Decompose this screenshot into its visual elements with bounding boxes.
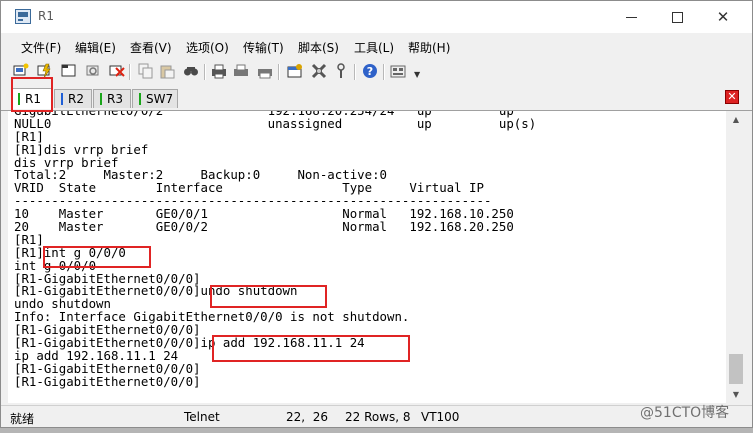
status-protocol: Telnet <box>184 410 220 424</box>
watermark: @51CTO博客 <box>640 405 730 421</box>
toolbar-separator <box>278 64 280 80</box>
toolbar-separator <box>383 64 385 80</box>
paste-icon[interactable] <box>159 63 175 79</box>
connect-tab-icon[interactable] <box>61 63 77 79</box>
scroll-down-icon[interactable]: ▼ <box>727 386 745 403</box>
app-icon <box>15 9 31 24</box>
highlight-box-ip-add <box>212 335 410 362</box>
status-ready: 就绪 <box>10 412 35 426</box>
session-status-icon <box>139 93 141 105</box>
scrollbar-thumb[interactable] <box>729 354 743 384</box>
minimize-icon <box>625 16 637 18</box>
global-options-icon[interactable] <box>311 63 327 79</box>
terminal-line: 20 Master GE0/0/2 Normal 192.168.20.250 <box>14 219 514 235</box>
tab-sw7[interactable]: SW7 <box>132 89 178 108</box>
menu-script[interactable]: 脚本(S) <box>298 39 339 56</box>
highlight-box-int-command <box>43 246 151 268</box>
toolbar-separator <box>129 64 131 80</box>
svg-text:?: ? <box>367 65 373 78</box>
menu-edit[interactable]: 编辑(E) <box>75 39 116 56</box>
minimize-button[interactable] <box>608 1 654 33</box>
menu-help[interactable]: 帮助(H) <box>408 39 450 56</box>
menu-transfer[interactable]: 传输(T) <box>243 39 284 56</box>
print-preview-icon[interactable] <box>257 63 273 79</box>
highlight-box-r1-tab <box>11 77 53 112</box>
sftp-icon[interactable] <box>333 63 349 79</box>
status-emulation: VT100 <box>421 410 460 424</box>
tab-label: SW7 <box>146 92 174 106</box>
copy-icon[interactable] <box>138 63 154 79</box>
terminal-line: NULL0 unassigned up up(s) <box>14 115 537 131</box>
find-icon[interactable] <box>183 63 199 79</box>
highlight-box-undo-shutdown <box>210 285 327 308</box>
toolbar: ? ▼ <box>1 59 752 86</box>
close-icon: ✕ <box>716 8 730 26</box>
help-icon[interactable]: ? <box>362 63 378 79</box>
window-title: R1 <box>38 9 54 23</box>
status-rows: 22 Rows, 8 <box>345 410 411 424</box>
toolbar-separator <box>204 64 206 80</box>
session-status-icon <box>61 93 63 105</box>
tab-label: R2 <box>68 92 84 106</box>
terminal-window: R1 ✕ 文件(F) 编辑(E) 查看(V) 选项(O) 传输(T) 脚本(S)… <box>0 0 753 428</box>
session-status-icon <box>100 93 102 105</box>
terminal-line: [R1-GigabitEthernet0/0/0] <box>14 373 201 389</box>
print-setup-icon[interactable] <box>233 63 249 79</box>
close-button[interactable]: ✕ <box>700 1 746 33</box>
maximize-button[interactable] <box>654 1 700 33</box>
menu-options[interactable]: 选项(O) <box>186 39 229 56</box>
reconnect-icon[interactable] <box>85 63 101 79</box>
menu-file[interactable]: 文件(F) <box>21 39 61 56</box>
title-bar[interactable]: R1 ✕ <box>1 1 752 33</box>
menu-bar: 文件(F) 编辑(E) 查看(V) 选项(O) 传输(T) 脚本(S) 工具(L… <box>1 34 752 58</box>
menu-tools[interactable]: 工具(L) <box>354 39 394 56</box>
close-tab-button[interactable]: ✕ <box>725 90 739 104</box>
toolbar-overflow-icon[interactable]: ▼ <box>414 69 422 81</box>
status-cursor: 22, 26 <box>286 410 328 424</box>
vertical-scrollbar[interactable]: ▲ ▼ <box>727 111 745 403</box>
session-tab-bar: R1 R2 R3 SW7 <box>1 86 752 111</box>
scroll-up-icon[interactable]: ▲ <box>727 111 745 128</box>
disconnect-icon[interactable] <box>109 63 125 79</box>
close-tab-icon: ✕ <box>727 90 737 103</box>
toolbar-separator <box>354 64 356 80</box>
tab-label: R3 <box>107 92 123 106</box>
tab-r2[interactable]: R2 <box>54 89 92 108</box>
session-options-icon[interactable] <box>287 63 303 79</box>
print-icon[interactable] <box>211 63 227 79</box>
maximize-icon <box>671 11 683 23</box>
tab-r3[interactable]: R3 <box>93 89 131 108</box>
keymap-icon[interactable] <box>390 63 406 79</box>
menu-view[interactable]: 查看(V) <box>130 39 172 56</box>
